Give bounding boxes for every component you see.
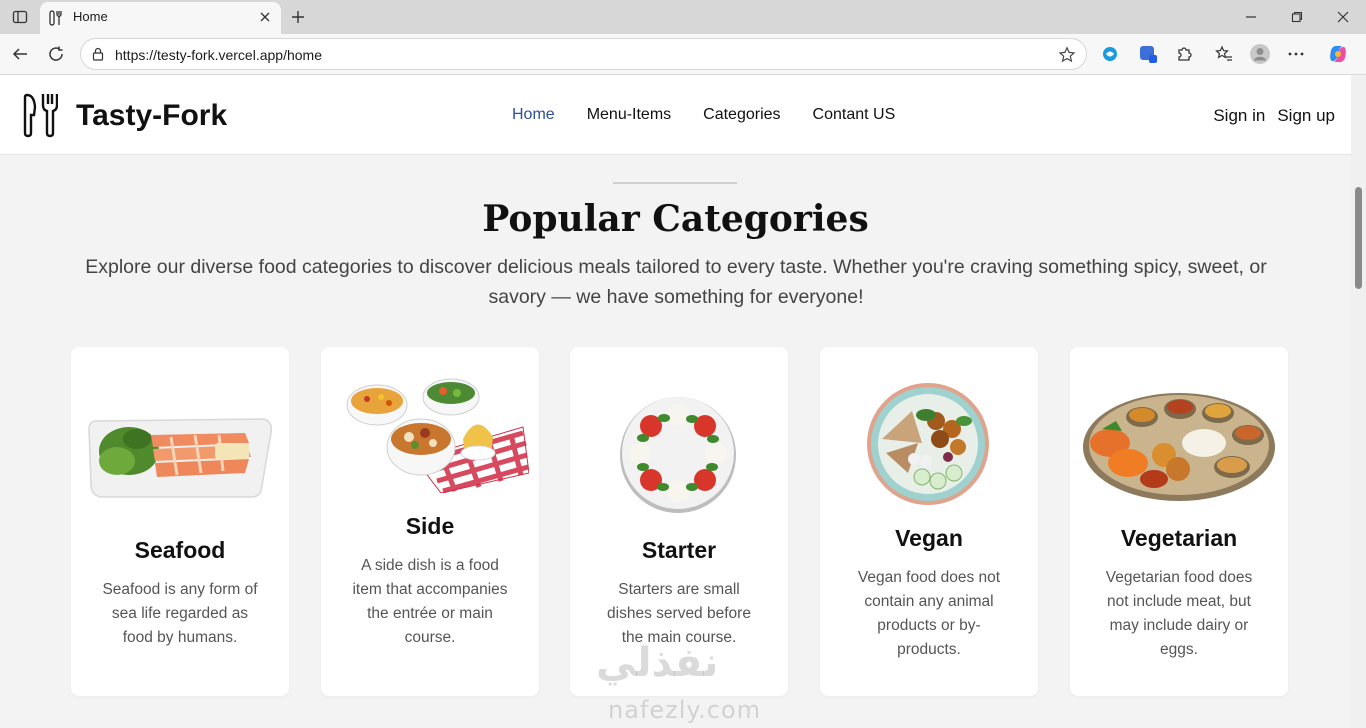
restore-icon[interactable] bbox=[1286, 6, 1308, 28]
side-dishes-image bbox=[345, 375, 530, 494]
new-tab-icon[interactable] bbox=[287, 6, 309, 28]
nav-categories[interactable]: Categories bbox=[703, 106, 780, 124]
nav-contact-us[interactable]: Contant US bbox=[813, 106, 896, 124]
section-divider bbox=[613, 182, 737, 184]
category-description: A side dish is a food item that accompan… bbox=[352, 557, 508, 646]
sign-in-link[interactable]: Sign in bbox=[1213, 106, 1265, 126]
category-card-seafood[interactable]: Seafood Seafood is any form of sea life … bbox=[71, 347, 289, 696]
category-title: Vegetarian bbox=[1120, 525, 1238, 551]
nafezly-watermark: نفذلي nafezly.com bbox=[596, 640, 776, 728]
category-card-side[interactable]: Side A side dish is a food item that acc… bbox=[321, 347, 539, 696]
more-options-icon[interactable] bbox=[1284, 42, 1308, 66]
lock-icon[interactable] bbox=[91, 47, 105, 61]
extension-globe-icon[interactable] bbox=[1098, 42, 1122, 66]
minimize-icon[interactable] bbox=[1240, 6, 1262, 28]
category-card-vegetarian[interactable]: Vegetarian Vegetarian food does not incl… bbox=[1070, 347, 1288, 696]
watermark-script: نفذلي bbox=[596, 640, 719, 686]
thali-platter-image bbox=[1082, 385, 1276, 503]
category-description: Vegetarian food does not include meat, b… bbox=[1105, 569, 1253, 658]
copilot-icon[interactable] bbox=[1326, 42, 1350, 66]
extension-shield-icon[interactable] bbox=[1136, 42, 1160, 66]
nav-home[interactable]: Home bbox=[512, 106, 555, 124]
main-nav: Home Menu-Items Categories Contant US bbox=[512, 106, 895, 124]
category-description: Vegan food does not contain any animal p… bbox=[857, 569, 1001, 658]
fork-knife-logo-icon[interactable] bbox=[22, 91, 59, 139]
category-title: Vegan bbox=[895, 525, 963, 551]
nav-menu-items[interactable]: Menu-Items bbox=[587, 106, 671, 124]
watermark-latin: nafezly.com bbox=[608, 696, 762, 724]
browser-tab-home[interactable]: Home bbox=[40, 2, 281, 34]
sidebar-toggle-icon[interactable] bbox=[10, 7, 30, 27]
category-title: Starter bbox=[641, 537, 717, 563]
close-tab-icon[interactable] bbox=[257, 9, 273, 25]
caprese-plate-image bbox=[618, 393, 740, 515]
address-bar[interactable]: https://testy-fork.vercel.app/home bbox=[80, 38, 1087, 70]
category-card-vegan[interactable]: Vegan Vegan food does not contain any an… bbox=[820, 347, 1038, 696]
section-description: Explore our diverse food categories to d… bbox=[85, 256, 1267, 308]
auth-links: Sign in Sign up bbox=[1213, 106, 1335, 126]
sign-up-link[interactable]: Sign up bbox=[1277, 106, 1335, 126]
page-scrollbar[interactable] bbox=[1351, 75, 1366, 728]
reload-icon[interactable] bbox=[44, 42, 68, 66]
back-arrow-icon[interactable] bbox=[8, 42, 32, 66]
site-header: Tasty-Fork Home Menu-Items Categories Co… bbox=[0, 75, 1351, 155]
close-window-icon[interactable] bbox=[1332, 6, 1354, 28]
favorite-star-icon[interactable] bbox=[1058, 46, 1076, 64]
brand-name[interactable]: Tasty-Fork bbox=[76, 99, 227, 133]
browser-tab-bar: Home bbox=[0, 0, 1366, 34]
category-title: Seafood bbox=[134, 537, 226, 563]
category-description: Seafood is any form of sea life regarded… bbox=[102, 581, 258, 646]
tab-title: Home bbox=[73, 9, 108, 24]
salmon-plate-image bbox=[87, 413, 273, 499]
profile-avatar-icon[interactable] bbox=[1248, 42, 1272, 66]
vegan-bowl-image bbox=[866, 381, 990, 507]
scrollbar-thumb[interactable] bbox=[1355, 187, 1362, 289]
browser-toolbar: https://testy-fork.vercel.app/home bbox=[0, 34, 1366, 75]
url-text[interactable]: https://testy-fork.vercel.app/home bbox=[115, 47, 322, 63]
favorites-list-icon[interactable] bbox=[1212, 42, 1236, 66]
fork-knife-favicon-icon bbox=[48, 10, 64, 26]
extensions-puzzle-icon[interactable] bbox=[1172, 42, 1196, 66]
category-title: Side bbox=[405, 513, 455, 539]
section-title: Popular Categories bbox=[482, 198, 869, 240]
